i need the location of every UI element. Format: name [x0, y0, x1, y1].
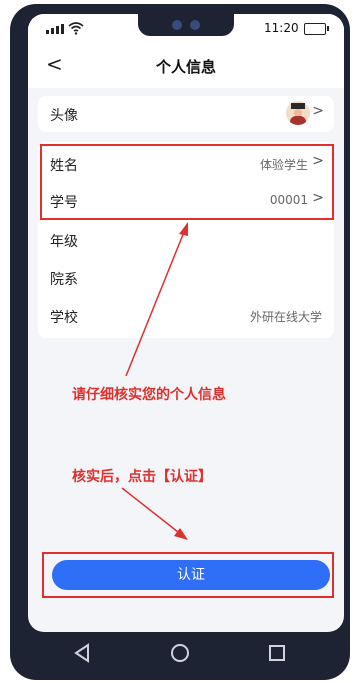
screen: 11:20 < 个人信息 头像 > 姓名 体验学生 > 学号 00001 > 年…: [28, 14, 344, 632]
annotation-arrows: [121, 222, 188, 540]
phone-frame: 11:20 < 个人信息 头像 > 姓名 体验学生 > 学号 00001 > 年…: [10, 4, 350, 680]
nav-back-icon[interactable]: [72, 642, 94, 664]
nav-recent-icon[interactable]: [266, 642, 288, 664]
nav-home-icon[interactable]: [169, 642, 191, 664]
system-nav-bar: [0, 632, 360, 680]
arrow-to-info: [125, 231, 185, 377]
arrow-to-button: [121, 487, 179, 533]
arrowhead-info: [179, 222, 188, 236]
verify-button[interactable]: 认证: [52, 560, 330, 590]
